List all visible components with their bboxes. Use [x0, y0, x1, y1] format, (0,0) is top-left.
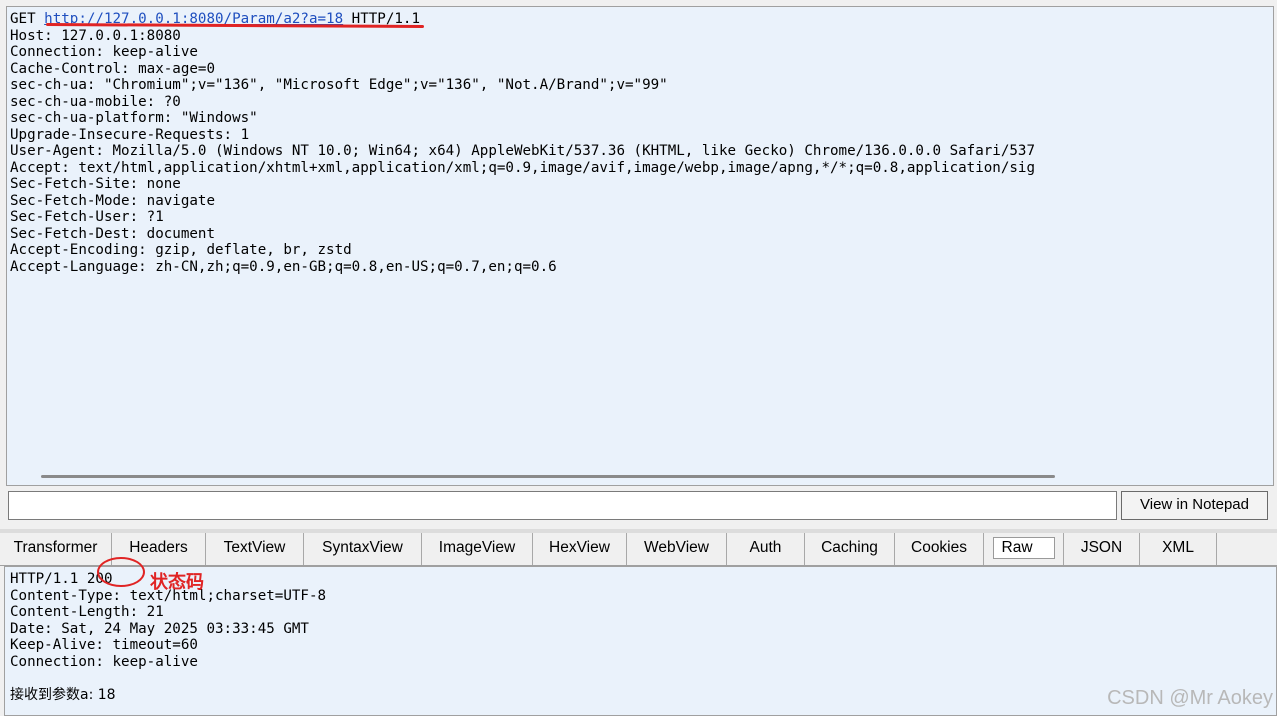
tab-hexview[interactable]: HexView [533, 533, 627, 565]
request-header-line: Sec-Fetch-Mode: navigate [10, 192, 215, 209]
tab-xml[interactable]: XML [1140, 533, 1217, 565]
request-raw-pane[interactable]: GET http://127.0.0.1:8080/Param/a2?a=18 … [6, 6, 1274, 486]
notes-input[interactable] [8, 491, 1117, 520]
tab-caching[interactable]: Caching [805, 533, 895, 565]
request-header-line: Cache-Control: max-age=0 [10, 60, 215, 77]
tab-syntaxview[interactable]: SyntaxView [304, 533, 422, 565]
response-header-line: Keep-Alive: timeout=60 [10, 637, 198, 653]
request-header-line: sec-ch-ua-mobile: ?0 [10, 93, 181, 110]
request-footer-bar: View in Notepad [0, 488, 1277, 524]
status-code-circle-annotation [97, 557, 145, 587]
csdn-watermark: CSDN @Mr Aokey [1107, 687, 1273, 709]
tab-textview[interactable]: TextView [206, 533, 304, 565]
request-header-line: Connection: keep-alive [10, 44, 198, 60]
request-method: GET [10, 11, 45, 27]
tab-raw[interactable]: Raw [984, 533, 1064, 565]
request-header-line: Sec-Fetch-Site: none [10, 176, 181, 192]
request-text: GET http://127.0.0.1:8080/Param/a2?a=18 … [10, 11, 1035, 275]
request-header-line: Sec-Fetch-Dest: document [10, 225, 215, 242]
response-header-line: Date: Sat, 24 May 2025 03:33:45 GMT [10, 620, 309, 637]
request-header-line: sec-ch-ua: "Chromium";v="136", "Microsof… [10, 77, 668, 93]
request-header-line: Host: 127.0.0.1:8080 [10, 27, 181, 44]
view-in-notepad-button[interactable]: View in Notepad [1121, 491, 1268, 520]
status-code-annotation-label: 状态码 [150, 572, 204, 593]
response-header-line: Connection: keep-alive [10, 653, 198, 670]
request-header-line: Accept-Encoding: gzip, deflate, br, zstd [10, 242, 352, 258]
response-tabs: Transformer Headers TextView SyntaxView … [0, 533, 1277, 566]
tab-transformer[interactable]: Transformer [0, 533, 112, 565]
tab-cookies[interactable]: Cookies [895, 533, 984, 565]
tab-json[interactable]: JSON [1064, 533, 1140, 565]
scrollbar-thumb[interactable] [41, 475, 1055, 478]
request-header-line: Accept-Language: zh-CN,zh;q=0.9,en-GB;q=… [10, 258, 557, 275]
request-header-line: Accept: text/html,application/xhtml+xml,… [10, 159, 1035, 176]
response-header-line: Content-Length: 21 [10, 604, 164, 620]
request-header-line: sec-ch-ua-platform: "Windows" [10, 110, 258, 126]
request-header-line: Upgrade-Insecure-Requests: 1 [10, 126, 250, 143]
request-header-line: User-Agent: Mozilla/5.0 (Windows NT 10.0… [10, 143, 1035, 159]
tab-raw-label: Raw [992, 537, 1055, 559]
request-header-line: Sec-Fetch-User: ?1 [10, 209, 164, 225]
response-body: 接收到参数a: 18 [10, 686, 116, 703]
horizontal-scrollbar[interactable] [13, 469, 1267, 485]
tab-webview[interactable]: WebView [627, 533, 727, 565]
tab-imageview[interactable]: ImageView [422, 533, 533, 565]
status-prefix: HTTP/1.1 [10, 571, 87, 587]
tab-auth[interactable]: Auth [727, 533, 805, 565]
